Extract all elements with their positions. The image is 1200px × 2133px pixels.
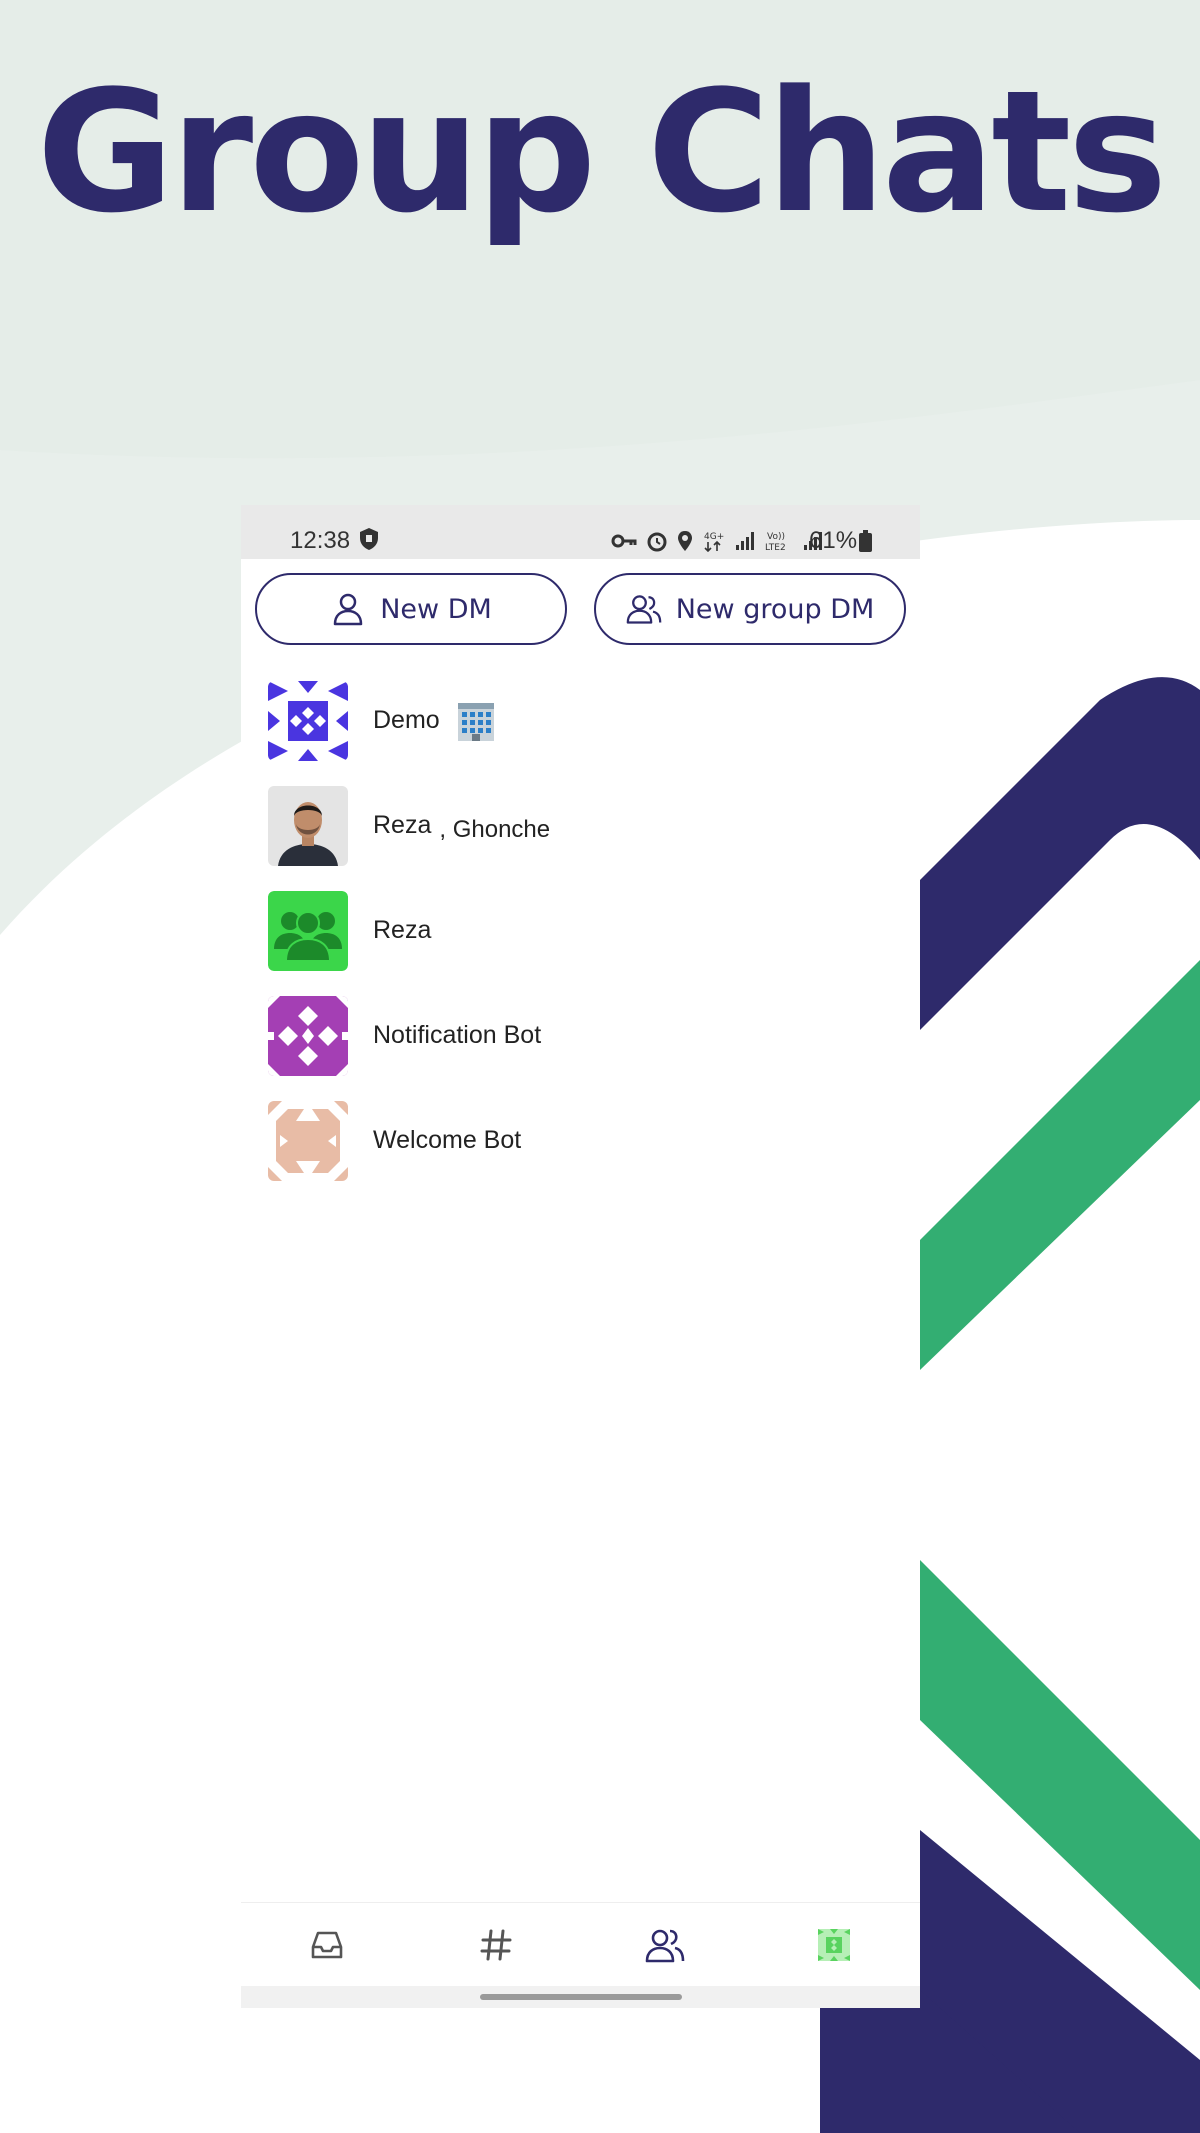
list-item[interactable]: Demo bbox=[268, 668, 908, 773]
battery-icon bbox=[859, 530, 872, 552]
identicon-peach-avatar bbox=[268, 1100, 348, 1181]
dm-name: Reza bbox=[373, 811, 432, 839]
page-headline: Group Chats bbox=[36, 54, 1167, 250]
photo-avatar bbox=[268, 785, 348, 866]
location-icon bbox=[678, 531, 692, 551]
dm-name: Demo bbox=[373, 706, 440, 734]
building-emoji-icon bbox=[457, 702, 494, 741]
streams-hash-icon[interactable] bbox=[466, 1917, 526, 1973]
signal-icon bbox=[736, 532, 754, 550]
new-group-dm-label: New group DM bbox=[675, 593, 875, 625]
volte-icon: Vo)) LTE2 bbox=[765, 532, 786, 552]
profile-identicon-icon[interactable] bbox=[804, 1917, 864, 1973]
home-indicator[interactable] bbox=[480, 1994, 682, 2000]
status-bar: 12:38 4G+ Vo)) LTE2 61% bbox=[241, 505, 920, 559]
dm-actions: New DM New group DM bbox=[255, 573, 906, 645]
svg-text:Vo)): Vo)) bbox=[767, 532, 785, 542]
dm-name: Welcome Bot bbox=[373, 1126, 522, 1154]
alarm-icon bbox=[647, 532, 667, 552]
vpn-key-icon bbox=[611, 534, 637, 548]
svg-text:4G+: 4G+ bbox=[704, 532, 724, 542]
identicon-blue-avatar bbox=[268, 680, 348, 761]
inbox-icon[interactable] bbox=[297, 1917, 357, 1973]
status-time: 12:38 bbox=[290, 527, 351, 554]
person-icon bbox=[333, 593, 363, 626]
status-icons: 4G+ Vo)) LTE2 bbox=[611, 529, 823, 553]
4g-icon: 4G+ bbox=[704, 532, 724, 552]
dm-name: Notification Bot bbox=[373, 1021, 542, 1049]
list-item[interactable]: Reza bbox=[268, 878, 908, 983]
bottom-nav bbox=[241, 1902, 920, 1986]
new-group-dm-button[interactable]: New group DM bbox=[594, 573, 906, 645]
battery-percent: 61% bbox=[809, 527, 858, 554]
group-avatar-green bbox=[268, 890, 348, 971]
people-icon bbox=[626, 595, 662, 624]
list-item[interactable]: Reza, Ghonche bbox=[268, 773, 908, 878]
direct-messages-icon[interactable] bbox=[635, 1917, 695, 1973]
dm-list: Demo Reza , Ghonche Reza Notification Bo… bbox=[268, 668, 908, 1193]
identicon-purple-avatar bbox=[268, 995, 348, 1076]
new-dm-button[interactable]: New DM bbox=[255, 573, 567, 645]
svg-text:LTE2: LTE2 bbox=[765, 543, 786, 552]
dm-extra-recipient: , Ghonche bbox=[439, 815, 551, 843]
list-item[interactable]: Welcome Bot bbox=[268, 1088, 908, 1193]
phone-screen: 12:38 4G+ Vo)) LTE2 61% New DM New group… bbox=[241, 505, 920, 2008]
shield-icon bbox=[360, 528, 378, 550]
new-dm-label: New DM bbox=[380, 593, 492, 625]
dm-name: Reza bbox=[373, 916, 432, 944]
gesture-bar bbox=[241, 1986, 920, 2008]
list-item[interactable]: Notification Bot bbox=[268, 983, 908, 1088]
